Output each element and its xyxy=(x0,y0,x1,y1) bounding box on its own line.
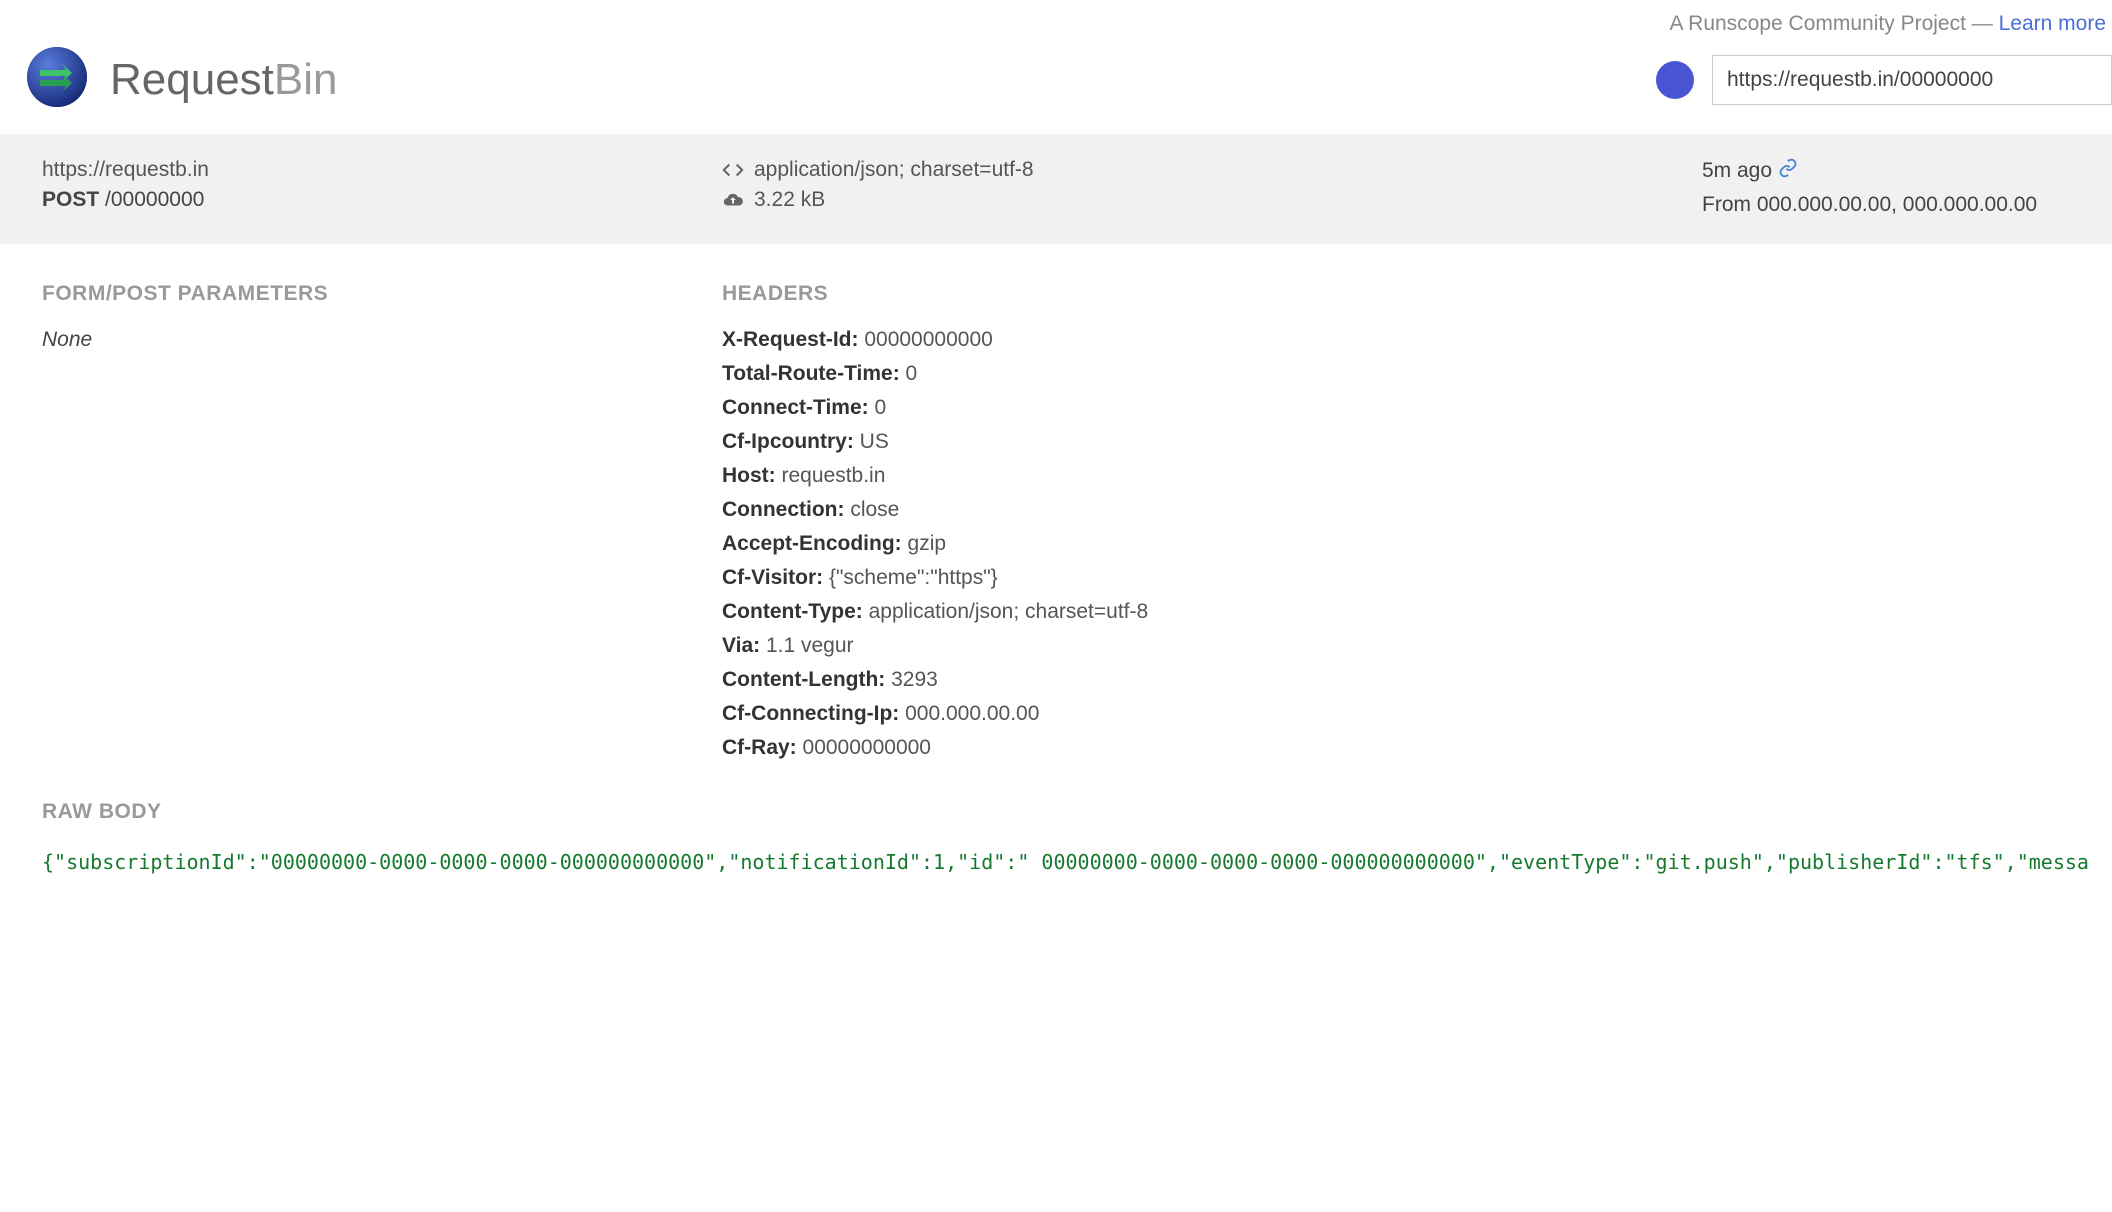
header-item: Via: 1.1 vegur xyxy=(722,634,2090,658)
form-params-heading: FORM/POST PARAMETERS xyxy=(42,282,722,306)
header-value: close xyxy=(850,498,899,521)
header-item: Content-Type: application/json; charset=… xyxy=(722,600,2090,624)
bin-url-input[interactable] xyxy=(1712,55,2112,105)
header-item: Cf-Ipcountry: US xyxy=(722,430,2090,454)
form-params-none: None xyxy=(42,328,722,352)
raw-body-heading: RAW BODY xyxy=(42,800,2090,824)
header-value: US xyxy=(860,430,889,453)
header-value: 00000000000 xyxy=(803,736,931,759)
header-value: gzip xyxy=(908,532,947,555)
header-item: Accept-Encoding: gzip xyxy=(722,532,2090,556)
header-value: 0 xyxy=(906,362,918,385)
header-name: Content-Length: xyxy=(722,668,891,691)
header-value: application/json; charset=utf-8 xyxy=(869,600,1149,623)
header-value: 0 xyxy=(874,396,886,419)
header-item: Total-Route-Time: 0 xyxy=(722,362,2090,386)
header-name: Accept-Encoding: xyxy=(722,532,908,555)
header-name: Cf-Ipcountry: xyxy=(722,430,860,453)
summary-endpoint: https://requestb.in POST /00000000 xyxy=(42,158,722,220)
summary-method: POST xyxy=(42,188,99,211)
header-right xyxy=(1656,55,2112,105)
summary-payload: application/json; charset=utf-8 3.22 kB xyxy=(722,158,1702,220)
header-item: Host: requestb.in xyxy=(722,464,2090,488)
header-item: Content-Length: 3293 xyxy=(722,668,2090,692)
cloud-upload-icon xyxy=(722,189,744,211)
requestbin-logo-icon xyxy=(26,46,88,114)
brand[interactable]: RequestBin xyxy=(26,46,337,114)
permalink-icon[interactable] xyxy=(1778,158,1798,184)
header-item: Connection: close xyxy=(722,498,2090,522)
header-value: 000.000.00.00 xyxy=(905,702,1039,725)
details: FORM/POST PARAMETERS None HEADERS X-Requ… xyxy=(0,244,2112,780)
header-item: X-Request-Id: 00000000000 xyxy=(722,328,2090,352)
header-item: Cf-Connecting-Ip: 000.000.00.00 xyxy=(722,702,2090,726)
summary-method-path: POST /00000000 xyxy=(42,188,722,212)
brand-title-strong: Request xyxy=(110,55,274,104)
raw-body-section: RAW BODY {"subscriptionId":"00000000-000… xyxy=(0,780,2112,884)
raw-body-content[interactable]: {"subscriptionId":"00000000-0000-0000-00… xyxy=(6,846,2090,884)
code-icon xyxy=(722,159,744,181)
community-project-bar: A Runscope Community Project — Learn mor… xyxy=(0,0,2112,42)
header-value: {"scheme":"https"} xyxy=(829,566,998,589)
header-item: Connect-Time: 0 xyxy=(722,396,2090,420)
header-name: Cf-Connecting-Ip: xyxy=(722,702,905,725)
summary-time-ago: 5m ago xyxy=(1702,159,1772,183)
summary-content-type: application/json; charset=utf-8 xyxy=(754,158,1034,182)
brand-title: RequestBin xyxy=(110,55,337,105)
header-name: Content-Type: xyxy=(722,600,869,623)
summary-from: From 000.000.00.00, 000.000.00.00 xyxy=(1702,190,2090,220)
header-name: Host: xyxy=(722,464,782,487)
header: RequestBin xyxy=(0,42,2112,134)
request-summary: https://requestb.in POST /00000000 appli… xyxy=(0,134,2112,244)
headers-column: HEADERS X-Request-Id: 00000000000 Total-R… xyxy=(722,282,2090,770)
header-item: Cf-Visitor: {"scheme":"https"} xyxy=(722,566,2090,590)
brand-title-light: Bin xyxy=(274,55,338,104)
status-indicator-icon xyxy=(1656,61,1694,99)
summary-meta: 5m ago From 000.000.00.00, 000.000.00.00 xyxy=(1702,158,2090,220)
summary-host: https://requestb.in xyxy=(42,158,722,182)
header-name: Via: xyxy=(722,634,766,657)
summary-from-prefix: From xyxy=(1702,193,1757,216)
header-name: X-Request-Id: xyxy=(722,328,864,351)
header-name: Connect-Time: xyxy=(722,396,874,419)
summary-path: /00000000 xyxy=(105,188,204,211)
headers-heading: HEADERS xyxy=(722,282,2090,306)
summary-from-ips: 000.000.00.00, 000.000.00.00 xyxy=(1757,193,2037,216)
header-name: Connection: xyxy=(722,498,850,521)
header-name: Cf-Ray: xyxy=(722,736,803,759)
header-value: 3293 xyxy=(891,668,938,691)
learn-more-link[interactable]: Learn more xyxy=(1999,12,2106,35)
headers-list: X-Request-Id: 00000000000 Total-Route-Tim… xyxy=(722,328,2090,760)
summary-size: 3.22 kB xyxy=(754,188,825,212)
community-text: A Runscope Community Project — xyxy=(1669,12,1998,35)
header-value: requestb.in xyxy=(782,464,886,487)
header-value: 1.1 vegur xyxy=(766,634,854,657)
header-name: Total-Route-Time: xyxy=(722,362,906,385)
header-value: 00000000000 xyxy=(864,328,992,351)
form-params-column: FORM/POST PARAMETERS None xyxy=(42,282,722,770)
header-item: Cf-Ray: 00000000000 xyxy=(722,736,2090,760)
header-name: Cf-Visitor: xyxy=(722,566,829,589)
